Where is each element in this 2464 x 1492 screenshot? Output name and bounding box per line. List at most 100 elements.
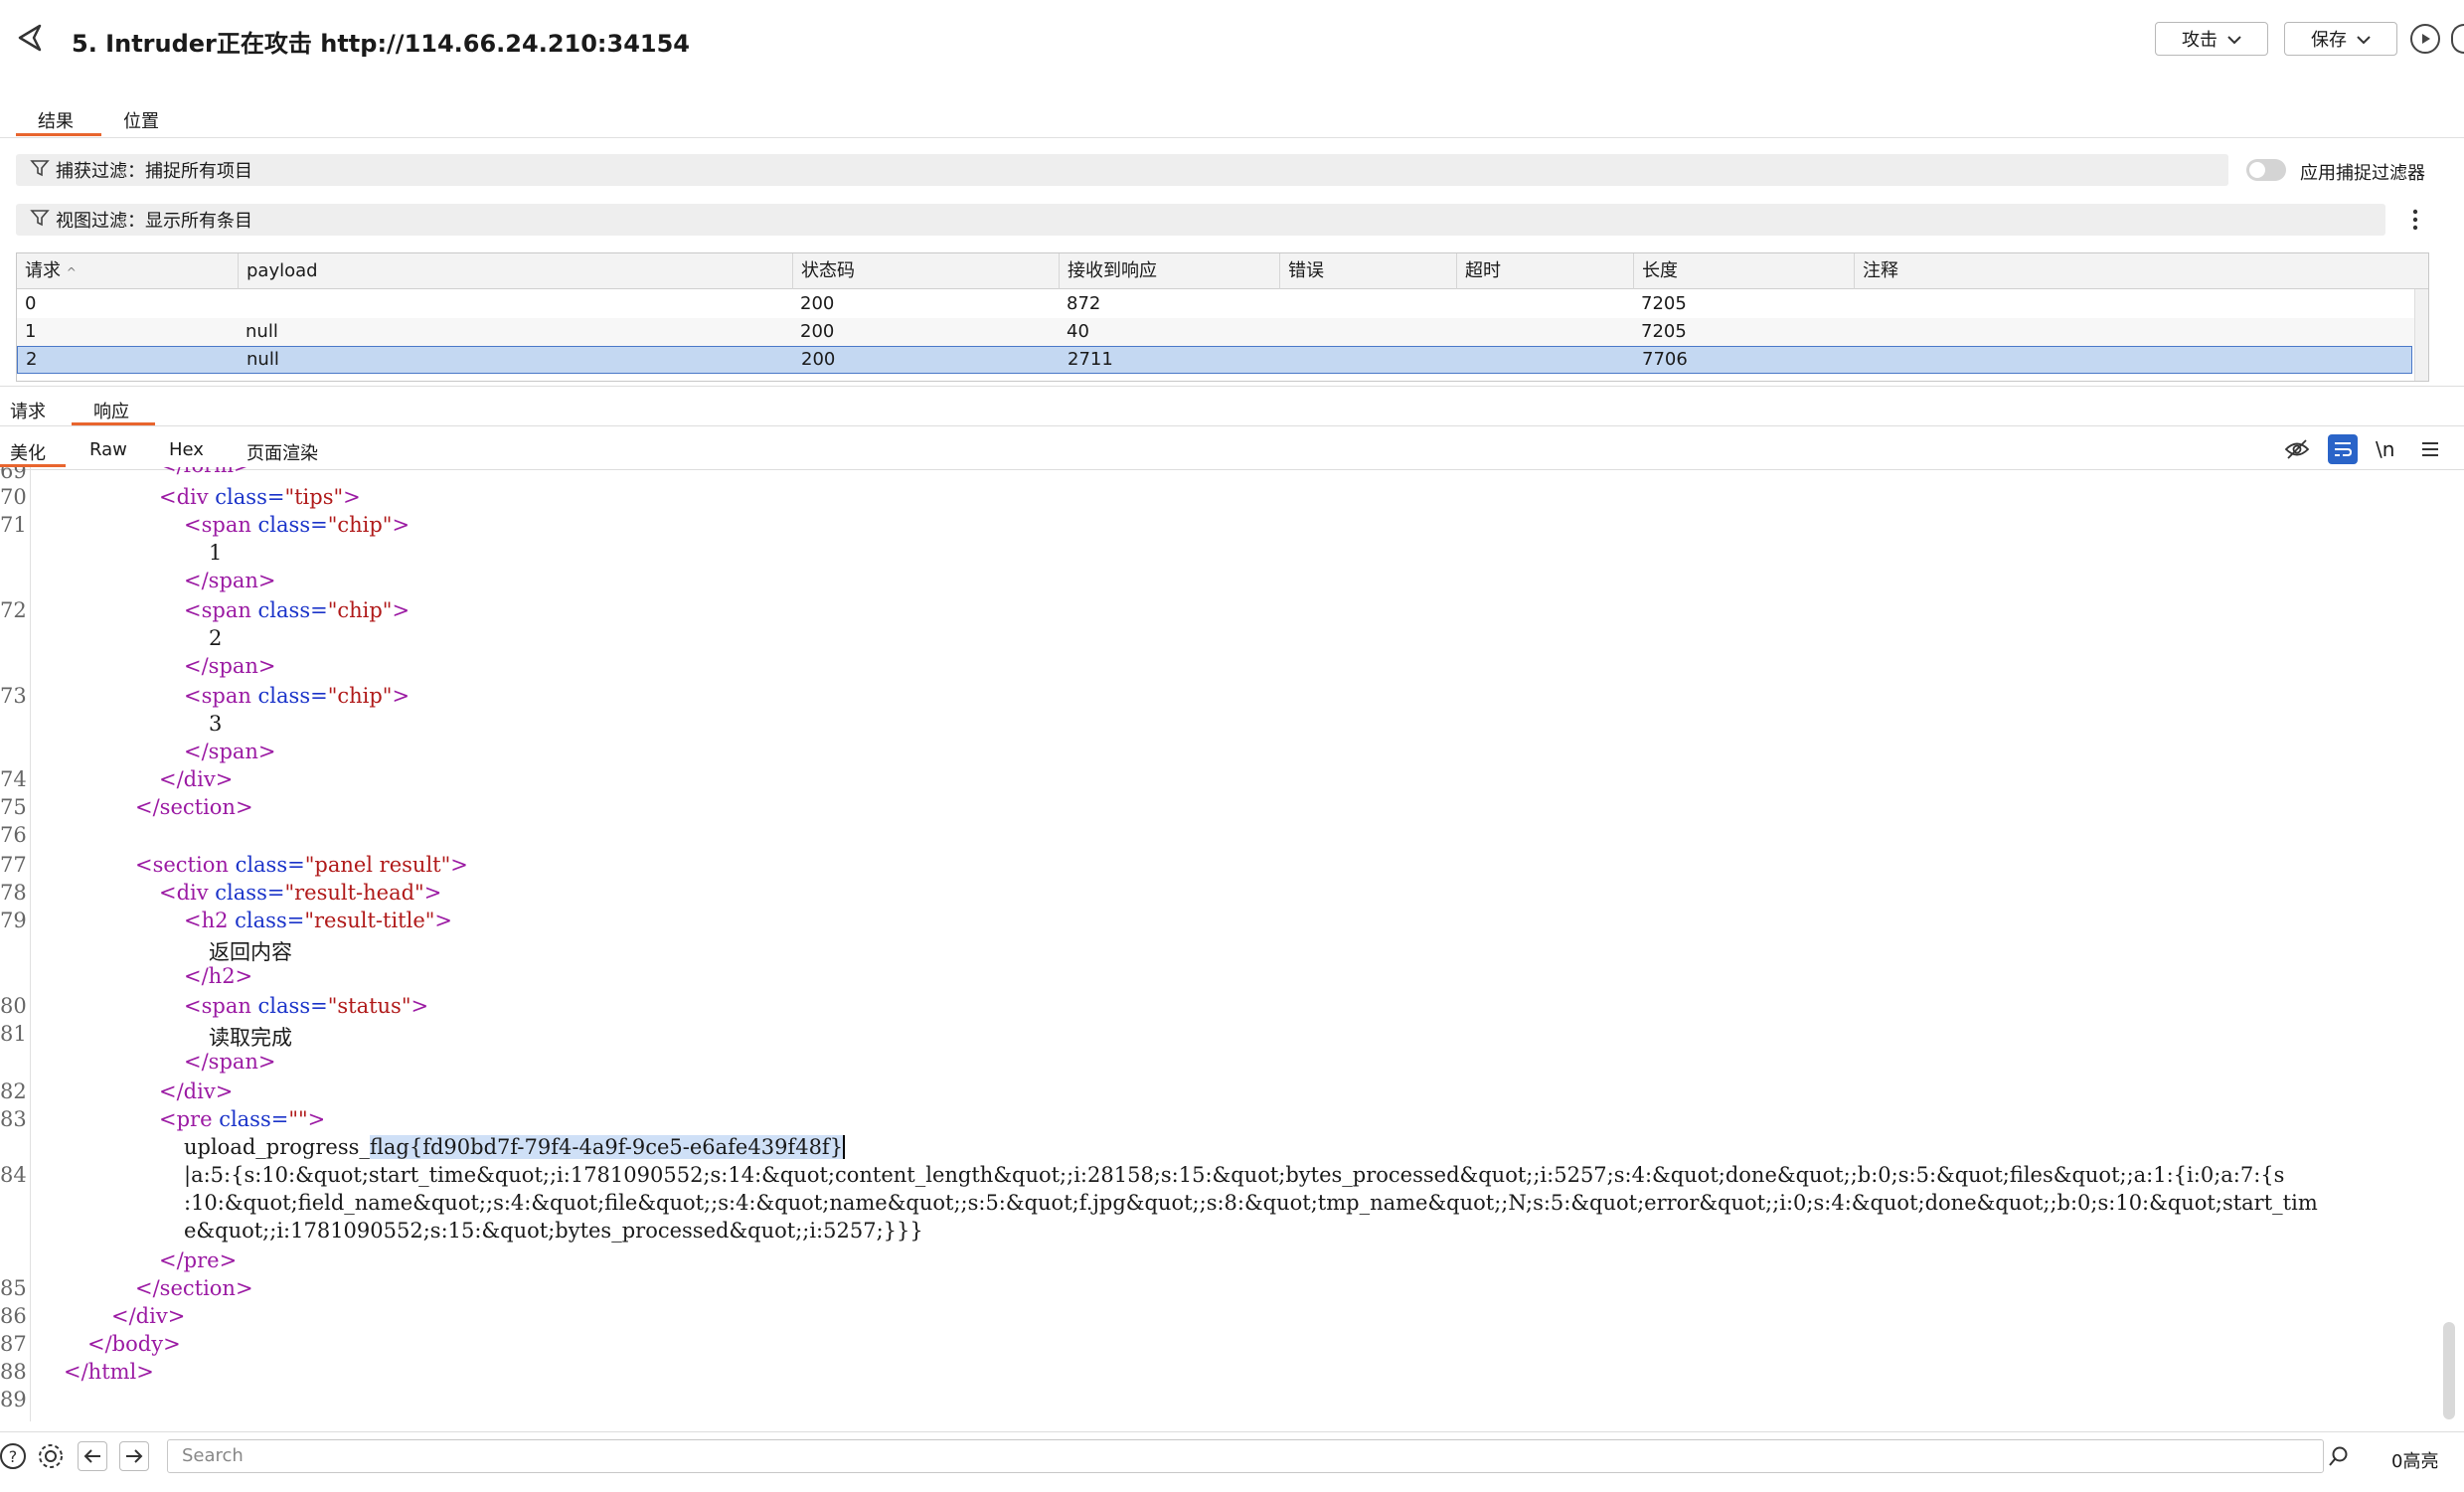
filter-icon bbox=[30, 208, 50, 233]
tab-results[interactable]: 结果 bbox=[38, 107, 74, 133]
cell-request: 0 bbox=[25, 293, 37, 314]
column-header-request[interactable]: 请求 ^ bbox=[17, 253, 238, 289]
chevron-down-icon bbox=[2227, 29, 2241, 50]
column-header-error[interactable]: 错误 bbox=[1279, 253, 1456, 289]
capture-filter-toggle-label: 应用捕捉过滤器 bbox=[2300, 163, 2425, 184]
line-number: 86 bbox=[0, 1304, 27, 1328]
code-line: <h2 class="result-title"> bbox=[184, 909, 453, 932]
tab-active-indicator bbox=[16, 133, 101, 136]
gear-icon[interactable] bbox=[36, 1441, 66, 1471]
line-number: 73 bbox=[0, 684, 27, 708]
filter-icon bbox=[30, 158, 50, 183]
save-button[interactable]: 保存 bbox=[2284, 22, 2397, 56]
column-header-length[interactable]: 长度 bbox=[1633, 253, 1854, 289]
tab-hex[interactable]: Hex bbox=[169, 439, 204, 460]
line-number: 75 bbox=[0, 795, 27, 819]
code-line: <section class="panel result"> bbox=[135, 853, 468, 877]
line-number: 87 bbox=[0, 1332, 27, 1356]
search-input[interactable]: Search bbox=[167, 1439, 2324, 1473]
capture-filter-bar[interactable]: 捕获过滤：捕捉所有项目 bbox=[16, 154, 2228, 186]
table-scrollbar[interactable] bbox=[2414, 289, 2428, 381]
table-row[interactable]: 1 null 200 40 7205 bbox=[17, 318, 2428, 346]
line-number: 79 bbox=[0, 909, 27, 932]
column-header-payload[interactable]: payload bbox=[238, 253, 792, 289]
editor-scrollbar[interactable] bbox=[2443, 1322, 2455, 1419]
line-number: 89 bbox=[0, 1388, 27, 1411]
line-number: 77 bbox=[0, 853, 27, 877]
chevron-down-icon bbox=[2357, 29, 2371, 50]
search-icon[interactable] bbox=[2328, 1445, 2350, 1471]
capture-filter-toggle[interactable] bbox=[2246, 159, 2286, 181]
play-icon[interactable] bbox=[2410, 24, 2440, 54]
code-line: </span> bbox=[184, 1050, 276, 1074]
code-line: <span class="chip"> bbox=[184, 598, 411, 622]
table-row[interactable]: 0 200 872 7205 bbox=[17, 290, 2428, 318]
code-line: </form> bbox=[159, 467, 251, 477]
code-line: </section> bbox=[135, 1276, 253, 1300]
line-number: 88 bbox=[0, 1360, 27, 1384]
code-line: </div> bbox=[159, 767, 234, 791]
column-header-received[interactable]: 接收到响应 bbox=[1059, 253, 1279, 289]
code-line: </html> bbox=[64, 1360, 154, 1384]
code-line: <span class="status"> bbox=[184, 994, 429, 1018]
column-header-comment[interactable]: 注释 bbox=[1854, 253, 2428, 289]
line-number: 71 bbox=[0, 513, 27, 537]
menu-icon[interactable] bbox=[2415, 434, 2445, 464]
line-number: 72 bbox=[0, 598, 27, 622]
help-icon[interactable]: ? bbox=[0, 1441, 28, 1471]
newline-toggle[interactable]: \n bbox=[2376, 437, 2394, 461]
code-line: 返回内容 bbox=[209, 940, 292, 964]
hide-eye-icon[interactable] bbox=[2282, 434, 2312, 464]
view-filter-bar[interactable]: 视图过滤：显示所有条目 bbox=[16, 204, 2385, 236]
code-line: </section> bbox=[135, 795, 253, 819]
svg-text:?: ? bbox=[9, 1447, 18, 1466]
code-line: :10:&quot;field_name&quot;;s:4:&quot;fil… bbox=[184, 1191, 2318, 1215]
response-editor[interactable]: 69 70 71 72 73 74 75 76 77 78 79 80 81 8… bbox=[0, 467, 2464, 1421]
tab-positions[interactable]: 位置 bbox=[123, 107, 159, 133]
title-bar: 5. Intruder正在攻击 http://114.66.24.210:341… bbox=[0, 0, 2464, 80]
line-number: 69 bbox=[0, 467, 27, 483]
line-number: 81 bbox=[0, 1022, 27, 1046]
table-row-selected[interactable]: 2 null 200 2711 7706 bbox=[17, 346, 2412, 374]
cell-received: 872 bbox=[1067, 293, 1101, 314]
line-number: 74 bbox=[0, 767, 27, 791]
tab-response[interactable]: 响应 bbox=[93, 398, 129, 423]
cell-request: 1 bbox=[25, 321, 37, 342]
cell-length: 7205 bbox=[1641, 321, 1687, 342]
flag-value-highlight[interactable]: flag{fd90bd7f-79f4-4a9f-9ce5-e6afe439f48… bbox=[369, 1135, 844, 1159]
cell-payload: null bbox=[246, 321, 278, 342]
cell-payload bbox=[238, 290, 246, 318]
column-header-timeout[interactable]: 超时 bbox=[1456, 253, 1633, 289]
tab-render[interactable]: 页面渲染 bbox=[246, 439, 318, 465]
cell-status: 200 bbox=[801, 349, 836, 370]
line-number: 85 bbox=[0, 1276, 27, 1300]
line-number: 70 bbox=[0, 485, 27, 509]
pause-icon[interactable] bbox=[2451, 24, 2464, 54]
code-line: <pre class=""> bbox=[159, 1107, 326, 1131]
code-line: </body> bbox=[87, 1332, 181, 1356]
results-table: 请求 ^ payload 状态码 接收到响应 错误 超时 长度 注释 0 200… bbox=[16, 252, 2429, 382]
cell-received: 2711 bbox=[1068, 349, 1113, 370]
intruder-icon bbox=[14, 22, 48, 56]
cell-status: 200 bbox=[800, 321, 835, 342]
cell-payload: null bbox=[246, 349, 279, 370]
code-line: 3 bbox=[209, 712, 223, 736]
more-options-icon[interactable] bbox=[2405, 207, 2425, 237]
wrap-lines-icon[interactable] bbox=[2328, 434, 2358, 464]
view-filter-text: 视图过滤：显示所有条目 bbox=[56, 211, 252, 232]
tab-raw[interactable]: Raw bbox=[89, 439, 127, 460]
forward-arrow-icon[interactable] bbox=[119, 1441, 149, 1471]
line-number: 78 bbox=[0, 881, 27, 905]
column-header-status[interactable]: 状态码 bbox=[792, 253, 1059, 289]
flag-prefix: upload_progress_ bbox=[184, 1135, 370, 1159]
code-line: </div> bbox=[159, 1079, 234, 1103]
back-arrow-icon[interactable] bbox=[78, 1441, 107, 1471]
code-line: </div> bbox=[111, 1304, 186, 1328]
code-line: 读取完成 bbox=[209, 1026, 292, 1050]
code-line: |a:5:{s:10:&quot;start_time&quot;;i:1781… bbox=[184, 1163, 2285, 1187]
code-line: </span> bbox=[184, 740, 276, 763]
sort-asc-icon: ^ bbox=[66, 265, 77, 279]
tab-pretty[interactable]: 美化 bbox=[10, 439, 46, 465]
tab-request[interactable]: 请求 bbox=[10, 398, 46, 423]
attack-button[interactable]: 攻击 bbox=[2155, 22, 2268, 56]
